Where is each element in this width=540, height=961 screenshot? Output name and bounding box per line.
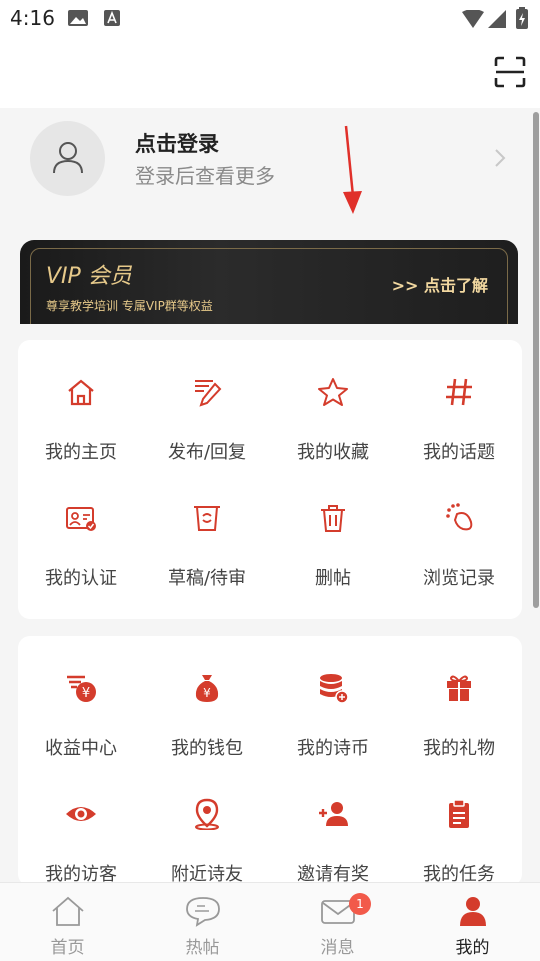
app-notification-icon [104,10,120,26]
menu-item-delete[interactable]: 删帖 [270,466,396,589]
annotation-arrow-icon [343,125,362,214]
battery-icon [516,7,528,29]
menu-item-verification[interactable]: 我的认证 [18,466,144,589]
home-icon [68,379,94,406]
menu-item-favorites[interactable]: 我的收藏 [270,340,396,463]
trash-icon [321,505,345,532]
invite-icon [319,802,348,826]
menu-item-label: 我的钱包 [171,738,243,759]
menu-item-label: 我的诗币 [297,738,369,759]
menu-item-label: 我的话题 [423,442,495,463]
scrollbar[interactable] [533,112,539,608]
menu-item-visitors[interactable]: 我的访客 [18,762,144,885]
image-notification-icon [68,10,88,26]
svg-text:¥: ¥ [203,686,211,700]
avatar[interactable] [30,121,105,196]
footprint-icon [446,503,473,531]
vip-subtitle: 尊享教学培训 专属VIP群等权益 [46,299,213,313]
star-icon [318,378,348,406]
income-icon: ¥ [67,675,96,702]
tab-label: 首页 [50,938,85,958]
vip-learn-more-link[interactable]: >> 点击了解 [392,272,488,296]
wallet-icon: ¥ [195,675,219,702]
menu-item-posts[interactable]: 发布/回复 [144,340,270,463]
signal-icon [488,10,506,28]
task-icon [449,799,469,828]
tab-messages[interactable]: 1 消息 [270,883,405,961]
tab-home[interactable]: 首页 [0,883,135,961]
tab-label: 消息 [320,938,355,958]
menu-item-income[interactable]: ¥ 收益中心 [18,636,144,759]
menu-item-history[interactable]: 浏览记录 [396,466,522,589]
chat-tab-icon [185,897,220,927]
tab-mine[interactable]: 我的 [405,883,540,961]
hashtag-icon [446,378,472,406]
gift-icon [447,675,471,701]
menu-item-wallet[interactable]: ¥ 我的钱包 [144,636,270,759]
tab-label: 热帖 [185,938,220,958]
vip-banner[interactable]: VIP 会员 尊享教学培训 专属VIP群等权益 >> 点击了解 [20,240,518,324]
status-time: 4:16 [10,6,55,30]
wifi-icon [462,10,484,28]
user-placeholder-icon [53,142,83,174]
menu-item-gifts[interactable]: 我的礼物 [396,636,522,759]
menu-item-invite[interactable]: 邀请有奖 [270,762,396,885]
tab-hot-posts[interactable]: 热帖 [135,883,270,961]
location-icon [195,798,219,830]
menu-card-primary: 我的主页 发布/回复 我的收藏 我的话题 我的认证 草稿/待审 删帖 浏览记录 [18,340,522,619]
login-subtitle: 登录后查看更多 [135,164,275,188]
bottom-tab-bar: 首页 热帖 1 消息 我的 [0,882,540,961]
eye-icon [66,807,96,821]
menu-item-label: 我的收藏 [297,442,369,463]
coins-icon [320,674,349,704]
menu-item-label: 我的认证 [45,568,117,589]
menu-item-homepage[interactable]: 我的主页 [18,340,144,463]
scan-icon[interactable] [494,56,526,88]
home-tab-icon [51,896,84,926]
menu-item-label: 收益中心 [45,738,117,759]
menu-item-label: 我的主页 [45,442,117,463]
menu-card-secondary: ¥ 收益中心 ¥ 我的钱包 我的诗币 我的礼物 我的访客 附近诗友 邀请有奖 我… [18,636,522,886]
menu-item-label: 草稿/待审 [167,568,247,589]
menu-item-nearby[interactable]: 附近诗友 [144,762,270,885]
login-panel[interactable]: 点击登录 登录后查看更多 [0,108,540,228]
vip-title: VIP 会员 [46,264,132,289]
unread-badge: 1 [349,893,371,915]
status-bar: 4:16 [0,0,540,36]
menu-item-coins[interactable]: 我的诗币 [270,636,396,759]
draft-icon [194,506,220,531]
menu-item-drafts[interactable]: 草稿/待审 [144,466,270,589]
menu-item-label: 发布/回复 [167,442,247,463]
top-bar [0,36,540,108]
chevron-right-icon[interactable] [494,148,506,168]
svg-text:¥: ¥ [82,686,90,701]
tab-label: 我的 [455,938,490,958]
menu-item-label: 删帖 [315,568,351,589]
menu-item-topics[interactable]: 我的话题 [396,340,522,463]
menu-item-tasks[interactable]: 我的任务 [396,762,522,885]
user-tab-icon [459,897,486,926]
login-title[interactable]: 点击登录 [135,128,219,158]
edit-icon [195,380,222,407]
id-card-icon [66,507,96,531]
menu-item-label: 我的礼物 [423,738,495,759]
menu-item-label: 浏览记录 [423,568,495,589]
